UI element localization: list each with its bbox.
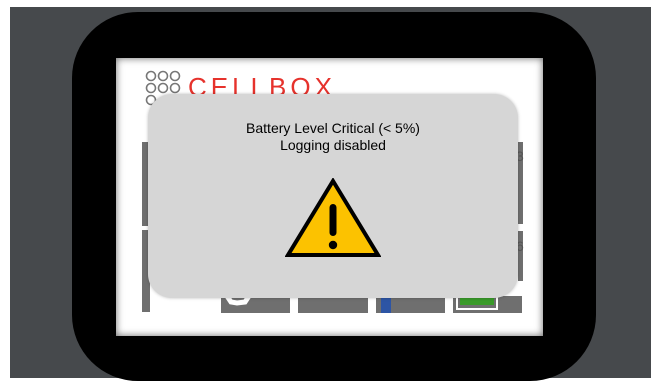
alert-title: Battery Level Critical (< 5%) <box>246 120 420 136</box>
battery-icon <box>456 296 498 310</box>
gear-icon <box>224 296 252 306</box>
tile-settings[interactable] <box>221 296 290 313</box>
tile-battery[interactable] <box>453 296 522 313</box>
battery-alert-dialog[interactable]: Battery Level Critical (< 5%) Logging di… <box>148 94 518 298</box>
tile-bar[interactable] <box>376 296 445 313</box>
bar-icon <box>381 296 391 313</box>
tile-middle[interactable] <box>298 296 368 313</box>
warning-triangle-icon <box>285 178 381 257</box>
alert-message: Logging disabled <box>280 137 386 153</box>
